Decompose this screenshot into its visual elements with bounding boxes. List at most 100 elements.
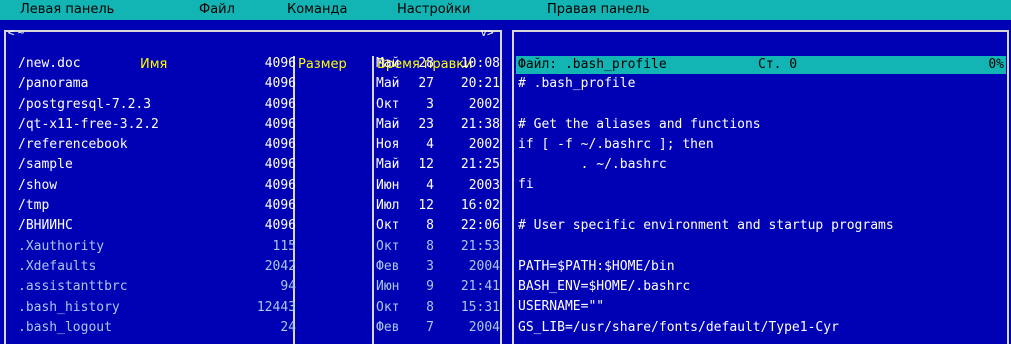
viewer-line: USERNAME="" (518, 299, 605, 315)
file-time: 21:38 (460, 116, 500, 132)
file-name: .Xdefaults (18, 258, 97, 274)
menu-file[interactable]: Файл (199, 2, 235, 17)
viewer-line: # .bash_profile (518, 76, 636, 91)
file-size: 24 (280, 319, 296, 335)
menu-command[interactable]: Команда (287, 2, 347, 17)
file-size: 4096 (264, 116, 296, 132)
file-name: /ВНИИНС (18, 218, 73, 234)
file-day: 23 (418, 116, 434, 132)
file-name: /postgresql-7.2.3 (18, 96, 152, 112)
file-time: 21:25 (460, 157, 500, 173)
menu-settings[interactable]: Настройки (397, 2, 470, 17)
nav-history-button[interactable]: v> (476, 26, 498, 40)
file-row[interactable]: /show 4096 Июн 4 2003 (0, 176, 505, 196)
file-row[interactable]: /new.doc 4096 Май 28 10:08 (0, 54, 505, 74)
file-size: 2042 (264, 258, 296, 274)
file-time: 10:08 (460, 56, 500, 71)
viewer-line: # Get the aliases and functions (518, 116, 761, 132)
file-row[interactable]: /qt-x11-free-3.2.2 4096 Май 23 21:38 (0, 115, 505, 135)
viewer-percent: 0% (988, 57, 1004, 72)
file-day: 8 (426, 238, 434, 254)
viewer-content[interactable]: # .bash_profile # Get the aliases and fun… (518, 76, 1008, 340)
file-row[interactable]: /referencebook 4096 Ноя 4 2002 (0, 135, 505, 155)
file-time: 2003 (468, 177, 500, 193)
file-time: 16:02 (460, 198, 500, 214)
file-name: /tmp (18, 198, 50, 214)
file-month: Май (376, 76, 400, 92)
file-size: 4096 (264, 157, 296, 173)
viewer-line (518, 198, 1008, 218)
menu-bar: Левая панель Файл Команда Настройки Прав… (0, 0, 1011, 20)
file-name: /qt-x11-free-3.2.2 (18, 116, 159, 132)
file-name: /sample (18, 157, 73, 173)
file-day: 8 (426, 299, 434, 315)
file-size: 4096 (264, 218, 296, 234)
file-row[interactable]: .Xdefaults 2042 Фев 3 2004 (0, 257, 505, 277)
file-time: 2002 (468, 96, 500, 112)
file-day: 28 (418, 56, 434, 71)
viewer-line (518, 96, 1008, 116)
viewer-line: PATH=$PATH:$HOME/bin (518, 258, 675, 274)
file-row[interactable]: /sample 4096 Май 12 21:25 (0, 155, 505, 175)
file-row[interactable]: /ВНИИНС 4096 Окт 8 22:06 (0, 216, 505, 236)
right-panel-frame-top (512, 30, 1009, 32)
file-name: /show (18, 177, 58, 193)
viewer-line: fi (518, 177, 534, 193)
file-row[interactable]: /postgresql-7.2.3 4096 Окт 3 2002 (0, 95, 505, 115)
viewer-file-label: Файл: .bash_profile (518, 57, 667, 72)
file-name: .bash_history (18, 299, 120, 315)
file-time: 2004 (468, 258, 500, 274)
file-time: 2004 (468, 319, 500, 335)
viewer-line-label: Ст. 0 (758, 57, 798, 72)
viewer-line: # User specific environment and startup … (518, 218, 894, 234)
file-time: 21:53 (460, 238, 500, 254)
file-month: Фев (376, 258, 400, 274)
file-row[interactable]: .bash_logout 24 Фев 7 2004 (0, 318, 505, 338)
viewer-status-bar: Файл: .bash_profile Ст. 0 0% (516, 56, 1006, 74)
file-size: 4096 (264, 96, 296, 112)
file-size: 4096 (264, 56, 296, 71)
file-month: Окт (376, 96, 400, 112)
file-size: 4096 (264, 177, 296, 193)
file-time: 2002 (468, 137, 500, 153)
file-day: 4 (426, 177, 434, 193)
file-day: 3 (426, 258, 434, 274)
file-month: Фев (376, 319, 400, 335)
file-month: Окт (376, 218, 400, 234)
nav-left-button[interactable]: < (6, 26, 16, 40)
file-name: .Xauthority (18, 238, 105, 254)
file-row[interactable]: .bash_history 12443 Окт 8 15:31 (0, 298, 505, 318)
file-day: 7 (426, 319, 434, 335)
file-time: 21:41 (460, 279, 500, 295)
file-month: Окт (376, 299, 400, 315)
file-month: Июн (376, 177, 400, 193)
file-size: 94 (280, 279, 296, 295)
file-list: /new.doc 4096 Май 28 10:08/panorama 4096 Май 27… (0, 54, 505, 338)
file-day: 9 (426, 279, 434, 295)
file-name: /referencebook (18, 137, 128, 153)
file-month: Июн (376, 279, 400, 295)
file-name: /panorama (18, 76, 89, 92)
file-row[interactable]: .assistanttbrc 94 Июн 9 21:41 (0, 277, 505, 297)
viewer-line: . ~/.bashrc (518, 157, 667, 173)
menu-left-panel[interactable]: Левая панель (20, 2, 114, 17)
viewer-line: BASH_ENV=$HOME/.bashrc (518, 278, 691, 294)
file-day: 8 (426, 218, 434, 234)
file-row[interactable]: /tmp 4096 Июл 12 16:02 (0, 196, 505, 216)
file-row[interactable]: /panorama 4096 Май 27 20:21 (0, 74, 505, 94)
file-row[interactable]: .Xauthority 115 Окт 8 21:53 (0, 237, 505, 257)
file-day: 4 (426, 137, 434, 153)
file-name: .assistanttbrc (18, 279, 128, 295)
file-time: 22:06 (460, 218, 500, 234)
left-panel-frame-top (4, 30, 500, 32)
viewer-line: GS_LIB=/usr/share/fonts/default/Type1-Cy… (518, 319, 839, 335)
file-month: Май (376, 157, 400, 173)
file-size: 4096 (264, 76, 296, 92)
nav-home-button[interactable]: ~ (16, 26, 26, 40)
file-size: 12443 (256, 299, 296, 315)
file-day: 12 (418, 198, 434, 214)
file-time: 15:31 (460, 299, 500, 315)
file-month: Июл (376, 198, 400, 214)
menu-right-panel[interactable]: Правая панель (547, 2, 650, 17)
file-time: 20:21 (460, 76, 500, 92)
